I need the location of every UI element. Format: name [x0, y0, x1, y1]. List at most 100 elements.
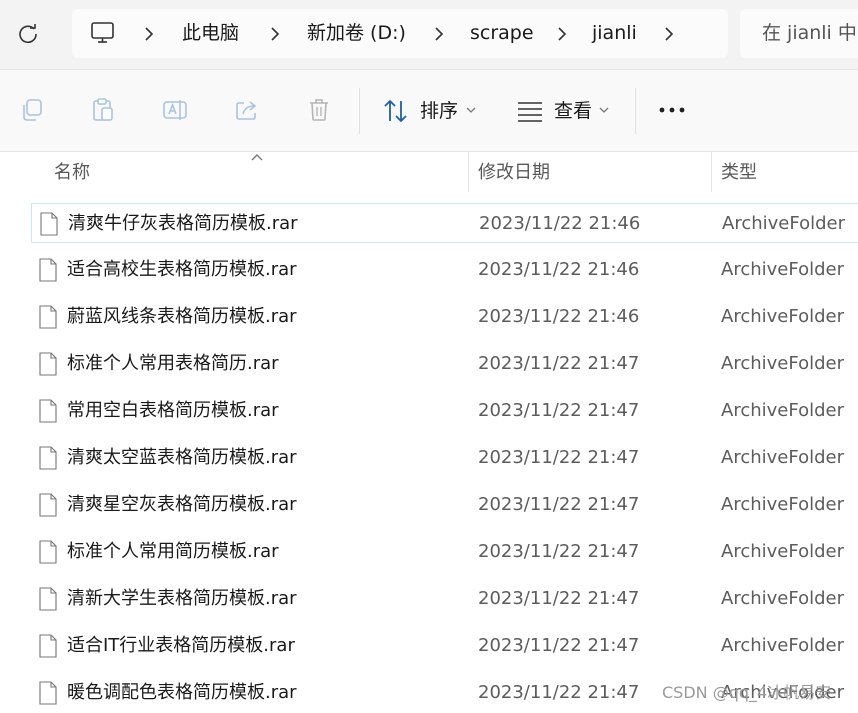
file-icon — [39, 681, 57, 705]
file-icon — [40, 212, 58, 236]
file-type: ArchiveFolder — [721, 400, 844, 421]
file-modified-date: 2023/11/22 21:46 — [479, 213, 641, 234]
address-bar-row: 此电脑 新加卷 (D:) scrape jianli 在 jianli 中 — [0, 0, 858, 69]
rename-icon — [163, 100, 187, 120]
file-type: ArchiveFolder — [721, 447, 844, 468]
file-name: 清爽牛仔灰表格简历模板.rar — [68, 213, 298, 234]
copy-icon — [23, 99, 42, 121]
table-row[interactable]: 适合高校生表格简历模板.rar 2023/11/22 21:46 ArchiveFo… — [31, 250, 858, 290]
chevron-right-icon[interactable] — [142, 9, 156, 58]
chevron-down-icon — [466, 107, 476, 113]
view-button[interactable]: 查看 — [505, 70, 620, 152]
search-input[interactable]: 在 jianli 中 — [740, 9, 858, 58]
file-name: 常用空白表格简历模板.rar — [67, 400, 279, 421]
file-icon — [39, 493, 57, 517]
table-row[interactable]: 清爽太空蓝表格简历模板.rar 2023/11/22 21:47 ArchiveFo… — [31, 438, 858, 478]
file-type: ArchiveFolder — [721, 259, 844, 280]
file-name: 适合IT行业表格简历模板.rar — [67, 635, 295, 656]
file-type: ArchiveFolder — [721, 635, 844, 656]
file-modified-date: 2023/11/22 21:47 — [478, 494, 640, 515]
breadcrumb[interactable]: 此电脑 新加卷 (D:) scrape jianli — [72, 9, 728, 58]
chevron-right-icon[interactable] — [555, 9, 569, 58]
sort-label: 排序 — [420, 100, 459, 122]
file-type: ArchiveFolder — [721, 588, 844, 609]
file-modified-date: 2023/11/22 21:46 — [478, 306, 640, 327]
file-name: 清新大学生表格简历模板.rar — [67, 588, 297, 609]
chevron-down-icon — [599, 107, 609, 113]
toolbar-divider — [359, 88, 360, 134]
file-icon — [39, 258, 57, 282]
chevron-right-icon[interactable] — [432, 9, 446, 58]
file-type: ArchiveFolder — [722, 213, 845, 234]
file-icon — [39, 540, 57, 564]
file-type: ArchiveFolder — [721, 494, 844, 515]
file-icon — [39, 634, 57, 658]
refresh-button[interactable] — [14, 20, 42, 48]
file-icon — [39, 305, 57, 329]
table-row[interactable]: 清新大学生表格简历模板.rar 2023/11/22 21:47 ArchiveFo… — [31, 579, 858, 619]
file-modified-date: 2023/11/22 21:47 — [478, 447, 640, 468]
column-separator[interactable] — [468, 152, 469, 192]
sort-icon — [384, 99, 407, 123]
file-type: ArchiveFolder — [721, 353, 844, 374]
more-icon — [659, 107, 685, 113]
file-list: 名称 修改日期 类型 清爽牛仔灰表格简历模板.rar 2023/11/22 21:… — [0, 151, 858, 712]
table-row[interactable]: 清爽牛仔灰表格简历模板.rar 2023/11/22 21:46 ArchiveFo… — [31, 203, 858, 243]
file-icon — [39, 399, 57, 423]
table-row[interactable]: 适合IT行业表格简历模板.rar 2023/11/22 21:47 ArchiveF… — [31, 626, 858, 666]
sort-button[interactable]: 排序 — [370, 70, 485, 152]
table-row[interactable]: 常用空白表格简历模板.rar 2023/11/22 21:47 ArchiveFol… — [31, 391, 858, 431]
refresh-icon — [19, 24, 37, 44]
file-name: 适合高校生表格简历模板.rar — [67, 259, 297, 280]
chevron-right-icon[interactable] — [662, 9, 676, 58]
table-row[interactable]: 清爽星空灰表格简历模板.rar 2023/11/22 21:47 ArchiveFo… — [31, 485, 858, 525]
copy-button[interactable] — [16, 94, 48, 126]
this-pc-icon[interactable] — [90, 21, 116, 45]
toolbar-divider — [635, 88, 636, 134]
table-row[interactable]: 标准个人常用表格简历.rar 2023/11/22 21:47 ArchiveFol… — [31, 344, 858, 384]
file-name: 清爽星空灰表格简历模板.rar — [67, 494, 297, 515]
file-icon — [39, 587, 57, 611]
file-name: 标准个人常用简历模板.rar — [67, 541, 279, 562]
table-row[interactable]: 蔚蓝风线条表格简历模板.rar 2023/11/22 21:46 ArchiveFo… — [31, 297, 858, 337]
breadcrumb-item[interactable]: 新加卷 (D:) — [307, 9, 406, 58]
watermark: CSDN @qq_4冰帆易安 — [662, 683, 832, 702]
file-name: 清爽太空蓝表格简历模板.rar — [67, 447, 297, 468]
file-type: ArchiveFolder — [721, 306, 844, 327]
search-placeholder: 在 jianli 中 — [762, 22, 857, 44]
paste-icon — [93, 98, 113, 121]
file-modified-date: 2023/11/22 21:47 — [478, 588, 640, 609]
view-label: 查看 — [554, 100, 593, 122]
chevron-right-icon[interactable] — [268, 9, 282, 58]
file-name: 暖色调配色表格简历模板.rar — [67, 682, 297, 703]
delete-icon — [310, 99, 328, 121]
view-icon — [518, 102, 542, 122]
column-header-date[interactable]: 修改日期 — [478, 152, 550, 194]
file-icon — [39, 352, 57, 376]
column-header-type[interactable]: 类型 — [721, 152, 757, 194]
rename-button[interactable] — [159, 94, 191, 126]
file-modified-date: 2023/11/22 21:46 — [478, 259, 640, 280]
file-modified-date: 2023/11/22 21:47 — [478, 353, 640, 374]
file-modified-date: 2023/11/22 21:47 — [478, 682, 640, 703]
share-button[interactable] — [231, 94, 263, 126]
file-name: 标准个人常用表格简历.rar — [67, 353, 279, 374]
breadcrumb-item[interactable]: jianli — [592, 9, 637, 58]
file-modified-date: 2023/11/22 21:47 — [478, 400, 640, 421]
file-modified-date: 2023/11/22 21:47 — [478, 541, 640, 562]
file-modified-date: 2023/11/22 21:47 — [478, 635, 640, 656]
breadcrumb-item[interactable]: 此电脑 — [182, 9, 239, 58]
file-name: 蔚蓝风线条表格简历模板.rar — [67, 306, 297, 327]
share-icon — [236, 101, 257, 120]
column-header-name[interactable]: 名称 — [54, 152, 90, 194]
command-bar: 排序 查看 — [0, 69, 858, 152]
paste-button[interactable] — [87, 94, 119, 126]
file-type: ArchiveFolder — [721, 541, 844, 562]
sort-ascending-icon — [251, 154, 263, 161]
table-row[interactable]: 标准个人常用简历模板.rar 2023/11/22 21:47 ArchiveFol… — [31, 532, 858, 572]
column-separator[interactable] — [711, 152, 712, 192]
delete-button[interactable] — [303, 94, 335, 126]
more-options-button[interactable] — [656, 94, 688, 126]
breadcrumb-item[interactable]: scrape — [470, 9, 534, 58]
file-icon — [39, 446, 57, 470]
